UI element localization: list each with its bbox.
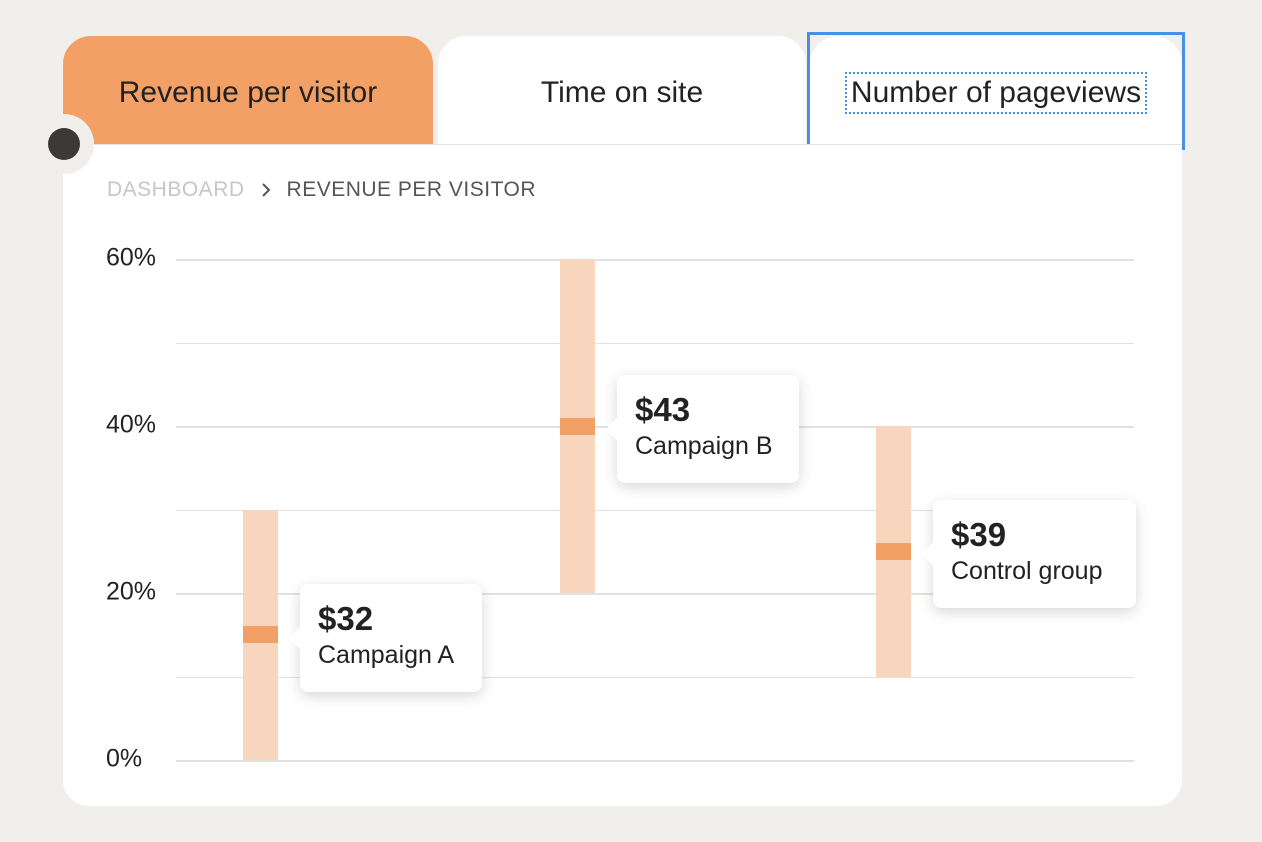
value-marker [243, 626, 278, 644]
gridline [176, 760, 1134, 762]
breadcrumb-dashboard-link[interactable]: DASHBOARD [107, 178, 245, 202]
value-marker [560, 417, 595, 435]
tooltip-label: Campaign B [635, 432, 773, 460]
tab-label: Time on site [540, 76, 704, 109]
y-tick-label: 20% [106, 577, 157, 606]
tooltip-value: $43 [635, 391, 691, 428]
tooltip-label: Control group [951, 557, 1103, 586]
tooltip: $39 Control group [933, 500, 1136, 609]
tab-label: Number of pageviews [844, 72, 1148, 114]
y-tick-label: 0% [106, 744, 143, 773]
tooltip: $32 Campaign A [300, 583, 482, 692]
gridline [176, 259, 1134, 261]
tab-revenue-per-visitor[interactable]: Revenue per visitor [63, 36, 433, 146]
chevron-right-icon [261, 183, 270, 197]
y-tick-label: 60% [106, 243, 157, 272]
tooltip-value: $32 [318, 599, 374, 637]
radio-dot-inner [48, 128, 80, 160]
gridline [176, 342, 1134, 344]
tab-time-on-site[interactable]: Time on site [438, 36, 806, 146]
tab-label: Revenue per visitor [118, 76, 378, 109]
tooltip-value: $39 [951, 516, 1007, 554]
breadcrumb-current: REVENUE PER VISITOR [286, 178, 537, 201]
value-marker [876, 542, 911, 560]
tab-number-of-pageviews[interactable]: Number of pageviews [810, 36, 1182, 146]
tooltip-label: Campaign A [318, 640, 455, 669]
breadcrumb: DASHBOARD REVENUE PER VISITOR [107, 178, 536, 202]
radio-dot-icon[interactable] [34, 114, 94, 174]
y-tick-label: 40% [106, 410, 157, 439]
tooltip: $43 Campaign B [617, 375, 799, 483]
